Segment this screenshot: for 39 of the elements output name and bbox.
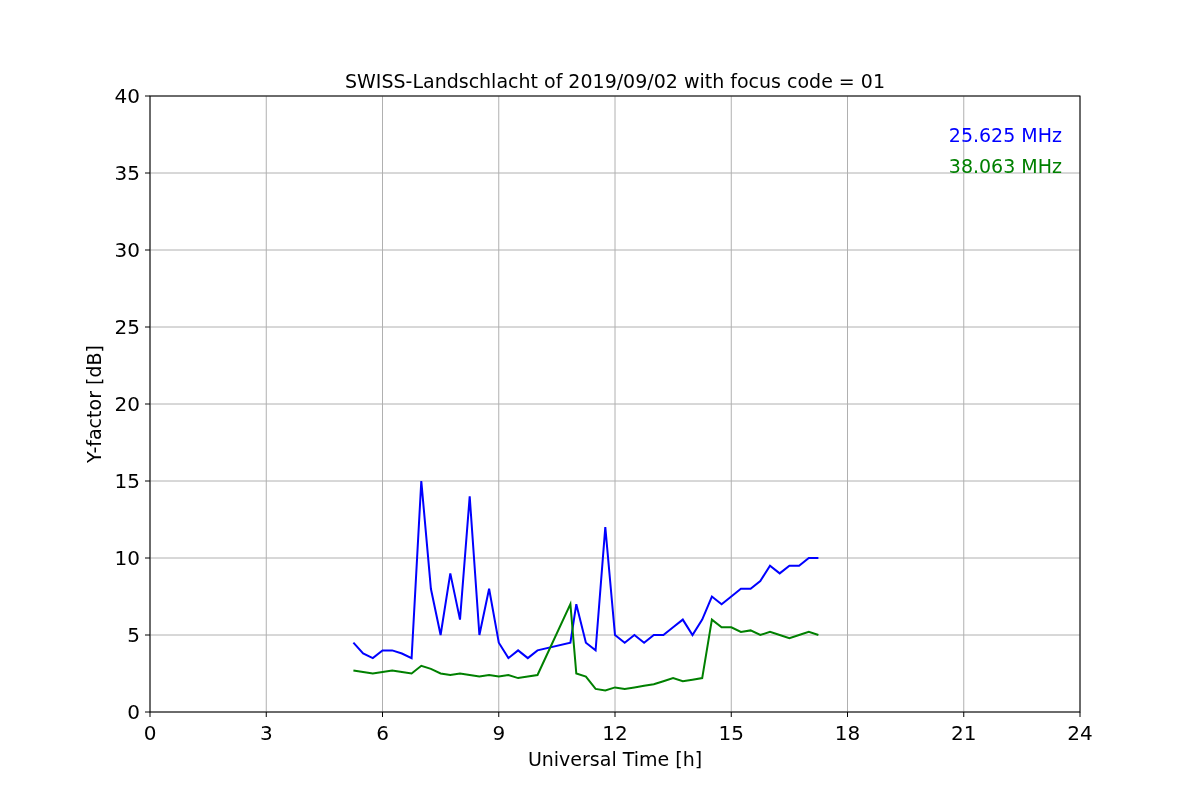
x-tick-label: 18 [834, 721, 861, 745]
x-tick-label: 21 [951, 721, 977, 745]
y-axis-label: Y-factor [dB] [83, 345, 105, 463]
tick-mark [614, 711, 616, 718]
x-tick-label: 0 [143, 721, 157, 745]
tick-mark [730, 711, 732, 718]
tick-mark [1079, 711, 1081, 718]
x-tick-label: 9 [492, 721, 506, 745]
x-tick-label: 3 [259, 721, 273, 745]
x-tick-label: 12 [602, 721, 628, 745]
y-tick-label: 10 [114, 546, 140, 570]
tick-mark [265, 711, 267, 718]
y-tick-label: 40 [114, 84, 140, 108]
y-tick-label: 5 [127, 623, 140, 647]
tick-mark [382, 711, 383, 718]
tick-mark [144, 557, 151, 559]
tick-mark [144, 326, 151, 328]
tick-mark [144, 403, 151, 405]
legend-label: 38.063 MHz [948, 155, 1062, 177]
tick-mark [963, 711, 965, 718]
x-axis-label: Universal Time [h] [527, 748, 703, 770]
tick-mark [144, 249, 151, 251]
tick-mark [144, 480, 151, 482]
y-tick-label: 20 [114, 392, 140, 416]
x-tick-label: 24 [1067, 721, 1093, 745]
x-tick-label: 6 [376, 721, 389, 745]
tick-mark [498, 711, 500, 718]
tick-mark [144, 172, 151, 174]
y-tick-label: 30 [114, 238, 140, 262]
chart-title: SWISS-Landschlacht of 2019/09/02 with focus code = 01 [345, 70, 885, 92]
x-tick-label: 15 [718, 721, 744, 745]
legend-label: 25.625 MHz [948, 124, 1062, 146]
y-tick-label: 25 [114, 315, 140, 339]
tick-mark [144, 634, 151, 636]
y-tick-label: 35 [114, 161, 140, 185]
tick-mark [144, 95, 151, 97]
y-tick-label: 0 [127, 700, 140, 724]
tick-mark [847, 711, 848, 718]
y-tick-label: 15 [114, 469, 140, 493]
